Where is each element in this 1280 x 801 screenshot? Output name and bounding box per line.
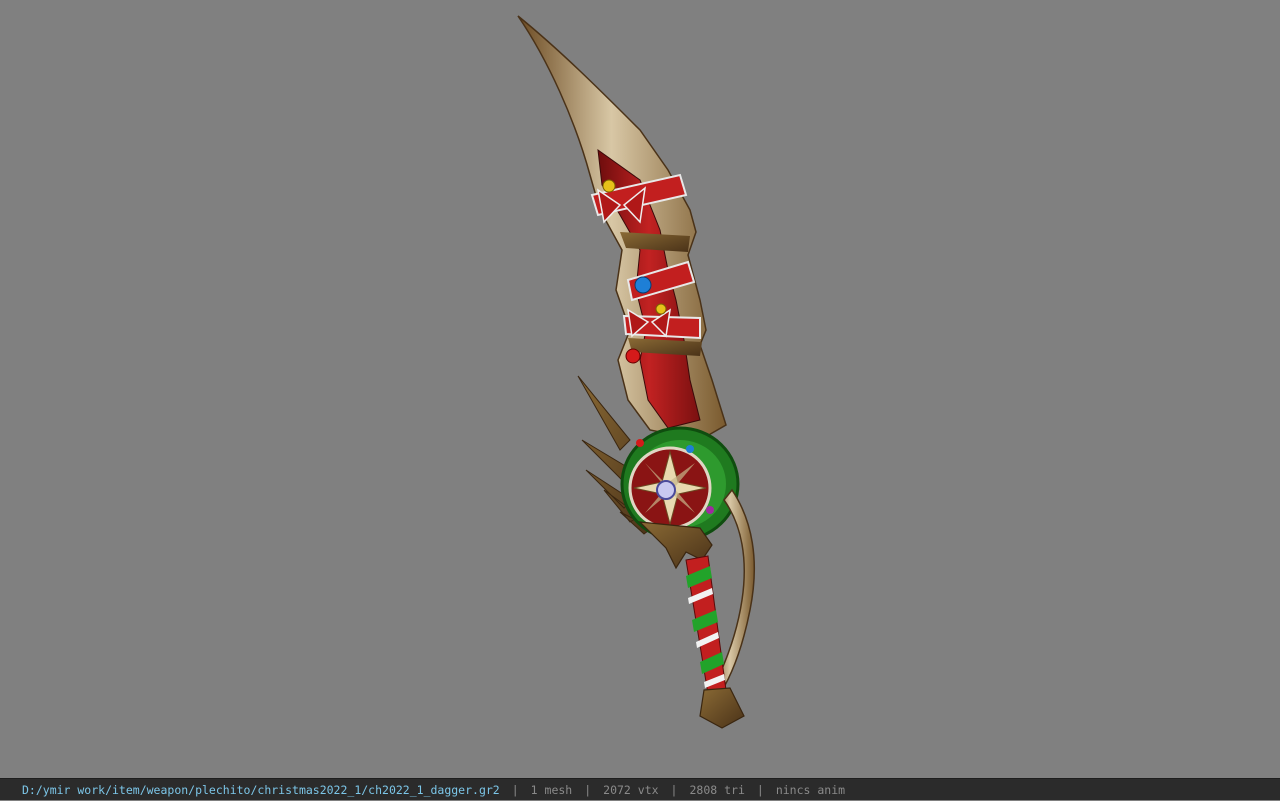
blade-back xyxy=(517,15,727,441)
mesh-count: 1 mesh xyxy=(530,782,573,797)
gem xyxy=(656,480,676,500)
ornament-red xyxy=(625,348,641,364)
separator: | xyxy=(670,782,678,797)
separator: | xyxy=(756,782,764,797)
dagger-model[interactable] xyxy=(0,0,1280,778)
ornament-blue xyxy=(634,276,652,294)
3d-viewport[interactable] xyxy=(0,0,1280,778)
status-bar: D:/ymir work/item/weapon/plechito/christ… xyxy=(0,778,1280,800)
ornament-yellow-2 xyxy=(655,303,667,315)
vertex-count: 2072 vtx xyxy=(603,782,659,797)
triangle-count: 2808 tri xyxy=(689,782,745,797)
animation-status: nincs anim xyxy=(775,782,846,797)
separator: | xyxy=(584,782,592,797)
separator: | xyxy=(511,782,519,797)
ornament-yellow-1 xyxy=(602,179,616,193)
pommel xyxy=(699,687,745,729)
file-path: D:/ymir work/item/weapon/plechito/christ… xyxy=(22,782,500,797)
